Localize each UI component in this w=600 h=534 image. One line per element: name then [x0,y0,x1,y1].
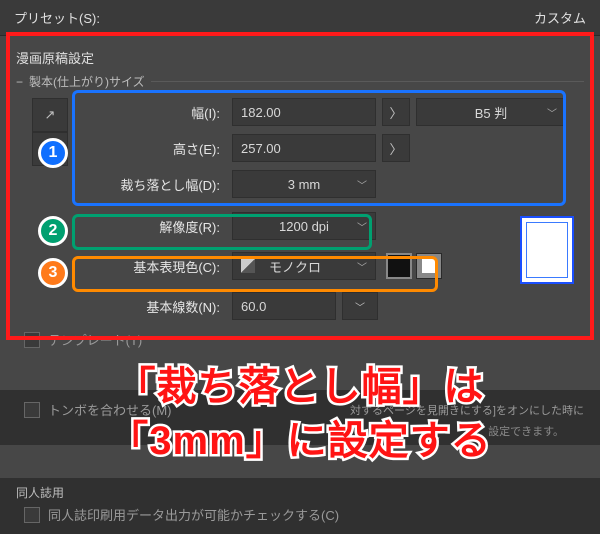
bleed-value: 3 mm [241,177,367,192]
swatch-black[interactable] [386,253,412,279]
height-input[interactable]: 257.00 [232,134,376,162]
resolution-select[interactable]: 1200 dpi [232,212,376,240]
chevron-down-icon [547,105,557,120]
height-label: 高さ(E): [66,139,226,158]
swap-up-icon[interactable]: ↗ [32,98,68,132]
resolution-label: 解像度(R): [66,217,226,236]
width-input[interactable]: 182.00 [232,98,376,126]
bleed-select[interactable]: 3 mm [232,170,376,198]
paper-preset-select[interactable]: B5 判 [416,98,566,126]
color-value: モノクロ [269,257,321,276]
paper-preset-value: B5 判 [425,103,557,122]
resolution-value: 1200 dpi [241,219,367,234]
bleed-label: 裁ち落とし幅(D): [66,175,226,194]
color-select[interactable]: モノクロ [232,252,376,280]
monochrome-icon [241,259,255,273]
swatch-white[interactable] [416,253,442,279]
section-title: 漫画原稿設定 [16,48,584,67]
lines-dropdown-icon[interactable] [342,292,378,320]
caption-line-1: 「裁ち落とし幅」は [0,360,600,414]
doujin-check-label: 同人誌印刷用データ出力が可能かチェックする(C) [48,505,339,524]
color-label: 基本表現色(C): [66,257,226,276]
subsection-title: 製本(仕上がり)サイズ [29,73,145,90]
template-checkbox[interactable] [24,332,40,348]
width-step-icon[interactable] [382,98,410,126]
chevron-down-icon [357,177,367,192]
preset-value[interactable]: カスタム [534,8,586,27]
doujin-section-title: 同人誌用 [16,484,584,501]
badge-3: 3 [38,258,68,288]
width-label: 幅(I): [66,103,226,122]
chevron-down-icon [357,259,367,274]
page-preview [520,216,574,284]
annotation-caption: 「裁ち落とし幅」は 「3mm」に設定する [0,360,600,468]
badge-1: 1 [38,138,68,168]
doujin-checkbox[interactable] [24,507,40,523]
caption-line-2: 「3mm」に設定する [0,414,600,468]
height-step-icon[interactable] [382,134,410,162]
lines-input[interactable]: 60.0 [232,292,336,320]
template-label: テンプレート(T) [48,330,142,349]
chevron-down-icon [357,219,367,234]
preset-label: プリセット(S): [14,8,100,27]
badge-2: 2 [38,216,68,246]
divider [151,81,584,82]
lines-label: 基本線数(N): [66,297,226,316]
